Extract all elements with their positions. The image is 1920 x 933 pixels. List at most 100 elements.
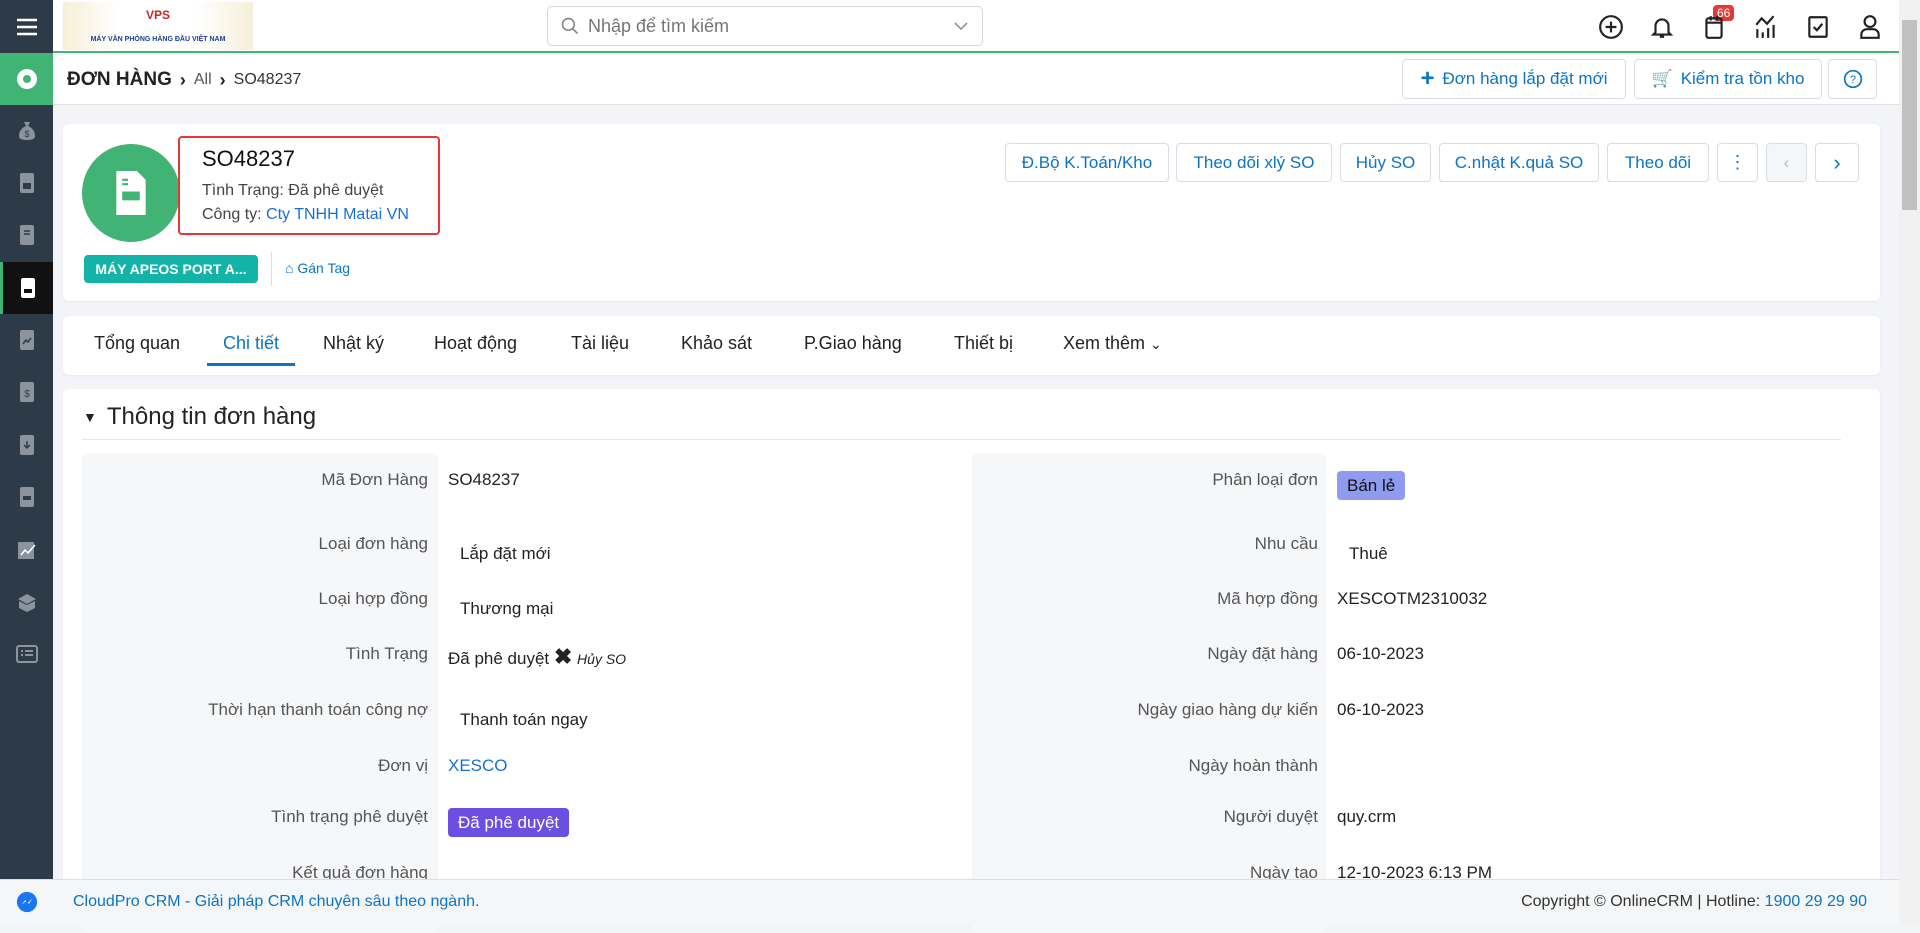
svg-text:$: $ bbox=[24, 129, 29, 139]
record-id: SO48237 bbox=[202, 146, 295, 171]
sidebar-item-doc-chart[interactable] bbox=[0, 314, 53, 366]
update-so-result-button[interactable]: C.nhật K.quả SO bbox=[1439, 143, 1599, 182]
sidebar-item-dashboard[interactable] bbox=[0, 53, 53, 105]
calendar-icon[interactable] bbox=[1701, 14, 1727, 40]
field-value[interactable]: XESCO bbox=[448, 756, 508, 776]
footer-tagline[interactable]: CloudPro CRM - Giải pháp CRM chuyên sâu … bbox=[73, 893, 479, 911]
menu-button[interactable] bbox=[0, 0, 53, 53]
company-logo[interactable]: VPS MÁY VĂN PHÒNG HÀNG ĐẦU VIỆT NAM bbox=[63, 2, 253, 50]
new-install-order-button[interactable]: + Đơn hàng lắp đặt mới bbox=[1402, 59, 1626, 99]
record-summary: SO48237 Tình Trạng: Đã phê duyệt Công ty… bbox=[178, 136, 440, 235]
chevron-down-icon[interactable] bbox=[952, 17, 970, 35]
user-icon[interactable] bbox=[1857, 14, 1883, 40]
svg-text:?: ? bbox=[1849, 74, 1855, 86]
footer-copyright: Copyright © OnlineCRM | Hotline: 1900 29… bbox=[1521, 893, 1867, 910]
sidebar-item-print-doc[interactable] bbox=[0, 471, 53, 523]
search-box[interactable] bbox=[547, 6, 983, 46]
sidebar: $ $ bbox=[0, 0, 53, 924]
breadcrumb-bar: ĐƠN HÀNG › All › SO48237 + Đơn hàng lắp đ… bbox=[53, 55, 1899, 105]
previous-record-button[interactable]: ‹ bbox=[1766, 143, 1807, 182]
tab-0[interactable]: Tổng quan bbox=[94, 333, 180, 354]
hotline-link[interactable]: 1900 29 29 90 bbox=[1765, 893, 1867, 910]
follow-button[interactable]: Theo dõi bbox=[1607, 143, 1709, 182]
sidebar-item-invoice[interactable] bbox=[0, 157, 53, 209]
analytics-icon[interactable] bbox=[1753, 14, 1779, 40]
field-label: Đơn vị bbox=[378, 756, 428, 775]
tab-6[interactable]: P.Giao hàng bbox=[804, 333, 902, 354]
chevron-right-icon: › bbox=[1833, 149, 1841, 175]
add-tag-link[interactable]: ⌂ Gán Tag bbox=[285, 260, 350, 276]
help-icon: ? bbox=[1843, 69, 1862, 89]
field-value: Đã phê duyệt bbox=[448, 808, 570, 837]
breadcrumb-view[interactable]: All bbox=[194, 71, 212, 89]
status-value: Đã phê duyệt bbox=[288, 182, 384, 199]
task-checkbox-icon[interactable] bbox=[1805, 14, 1831, 40]
tab-5[interactable]: Khảo sát bbox=[681, 333, 752, 354]
box-icon bbox=[17, 594, 36, 612]
help-button[interactable]: ? bbox=[1828, 59, 1877, 99]
report-chart-icon bbox=[17, 542, 36, 559]
field-label: Loại đơn hàng bbox=[318, 534, 428, 553]
approval-badge: Đã phê duyệt bbox=[448, 808, 570, 837]
scrollbar[interactable] bbox=[1899, 0, 1920, 924]
field-label: Nhu cầu bbox=[1254, 534, 1318, 553]
order-type-badge: Bán lẻ bbox=[1337, 471, 1406, 500]
messenger-icon[interactable] bbox=[16, 891, 38, 913]
cancel-so-link[interactable]: Hủy SO bbox=[577, 651, 626, 667]
field-label: Người duyệt bbox=[1223, 807, 1318, 826]
add-circle-icon[interactable] bbox=[1598, 14, 1624, 40]
field-label: Loại hợp đồng bbox=[318, 589, 428, 608]
field-label: Ngày hoàn thành bbox=[1188, 756, 1319, 775]
track-so-button[interactable]: Theo dõi xlý SO bbox=[1176, 143, 1332, 182]
field-value: Thanh toán ngay bbox=[460, 710, 588, 729]
field-label: Ngày đặt hàng bbox=[1207, 644, 1318, 663]
check-stock-button[interactable]: 🛒 Kiểm tra tồn kho bbox=[1634, 59, 1822, 99]
tab-7[interactable]: Thiết bị bbox=[954, 333, 1013, 354]
chevron-down-icon: ⌄ bbox=[1150, 336, 1162, 352]
scrollbar-thumb[interactable] bbox=[1902, 20, 1917, 210]
sync-accounting-button[interactable]: Đ.Bộ K.Toán/Kho bbox=[1005, 143, 1169, 182]
sidebar-item-list[interactable] bbox=[0, 628, 53, 680]
sales-order-icon bbox=[21, 278, 35, 298]
cancel-so-button[interactable]: Hủy SO bbox=[1340, 143, 1431, 182]
money-bag-icon: $ bbox=[18, 122, 35, 140]
more-vertical-icon: ⋮ bbox=[1728, 152, 1747, 172]
tab-4[interactable]: Tài liệu bbox=[571, 333, 629, 354]
tab-8[interactable]: Xem thêm ⌄ bbox=[1063, 333, 1162, 354]
field-value: Thuê bbox=[1349, 544, 1388, 563]
chevron-right-icon: › bbox=[179, 69, 186, 90]
plus-icon: + bbox=[1420, 65, 1435, 92]
more-actions-button[interactable]: ⋮ bbox=[1717, 143, 1758, 182]
field-label: Mã hợp đồng bbox=[1217, 589, 1318, 608]
record-avatar bbox=[82, 144, 180, 242]
svg-text:$: $ bbox=[24, 389, 30, 400]
tab-2[interactable]: Nhật ký bbox=[323, 333, 384, 354]
field-label: Mã Đơn Hàng bbox=[321, 470, 428, 489]
sidebar-item-sales-order[interactable] bbox=[0, 262, 53, 314]
sidebar-item-money[interactable]: $ bbox=[0, 105, 53, 157]
tab-3[interactable]: Hoạt động bbox=[434, 333, 517, 354]
sidebar-item-dollar-doc[interactable]: $ bbox=[0, 366, 53, 418]
field-value: Bán lẻ bbox=[1337, 471, 1406, 500]
top-bar: VPS MÁY VĂN PHÒNG HÀNG ĐẦU VIỆT NAM 66 bbox=[53, 0, 1899, 53]
tag-icon: ⌂ bbox=[285, 260, 298, 276]
company-link[interactable]: Cty TNHH Matai VN bbox=[266, 206, 409, 223]
field-value: 06-10-2023 bbox=[1337, 700, 1424, 719]
section-header[interactable]: ▼ Thông tin đơn hàng bbox=[83, 403, 316, 431]
printer-document-icon bbox=[19, 487, 34, 507]
field-value: Thương mại bbox=[460, 599, 554, 618]
sidebar-item-download-doc[interactable] bbox=[0, 419, 53, 471]
cart-icon: 🛒 bbox=[1651, 69, 1673, 88]
breadcrumb-module[interactable]: ĐƠN HÀNG bbox=[67, 69, 172, 91]
sidebar-item-box[interactable] bbox=[0, 576, 53, 628]
tab-1[interactable]: Chi tiết bbox=[207, 333, 296, 366]
next-record-button[interactable]: › bbox=[1815, 143, 1859, 182]
caret-down-icon: ▼ bbox=[83, 409, 97, 425]
bell-icon[interactable] bbox=[1649, 14, 1675, 40]
search-input[interactable] bbox=[588, 15, 952, 37]
product-tag[interactable]: MÁY APEOS PORT A... bbox=[84, 255, 258, 283]
sidebar-item-book[interactable] bbox=[0, 209, 53, 261]
cancel-x-icon[interactable]: ✖ bbox=[554, 644, 572, 669]
sidebar-item-report[interactable] bbox=[0, 524, 53, 576]
breadcrumb: ĐƠN HÀNG › All › SO48237 bbox=[67, 69, 301, 91]
